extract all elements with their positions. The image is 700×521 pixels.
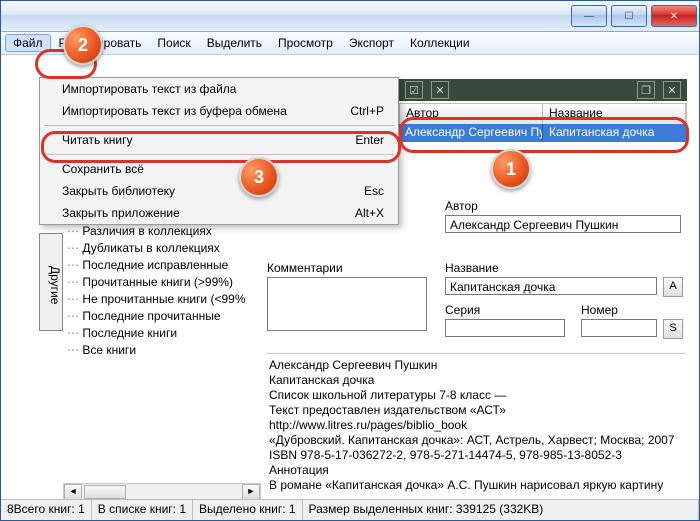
menu-read-book[interactable]: Читать книгуEnter [40,129,398,151]
cell-title: Капитанская дочка [543,124,687,142]
menubar: Файл Редактировать Поиск Выделить Просмо… [1,32,699,55]
field-author[interactable]: Александр Сергеевич Пушкин [445,215,681,233]
check-icon[interactable]: ☑ [405,81,423,99]
menu-collections[interactable]: Коллекции [402,34,478,52]
menu-save-all[interactable]: Сохранить всё [40,158,398,180]
desc-line: ISBN 978-5-17-036272-2, 978-5-271-14474-… [269,448,683,463]
menu-close-app[interactable]: Закрыть приложениеAlt+X [40,202,398,224]
file-dropdown: Импортировать текст из файла Импортирова… [39,77,399,225]
field-comments[interactable] [267,277,427,331]
tree-item[interactable]: Не прочитанные книги (<99% [67,291,255,308]
label-number: Номер [581,303,618,317]
status-selected: Выделено книг: 1 [193,500,303,520]
clear-icon[interactable]: ✕ [431,81,449,99]
label-comments: Комментарии [267,261,343,275]
menu-select[interactable]: Выделить [199,34,270,52]
field-series[interactable] [445,319,565,337]
tree-panel: Различия в коллекциях Дубликаты в коллек… [67,223,255,359]
desc-line: Список школьной литературы 7-8 класс — [269,388,683,403]
restore-icon[interactable]: ❐ [637,81,655,99]
dark-toolbar: ☑ ✕ ❐ ✕ [399,79,687,101]
badge-1: 1 [491,149,531,189]
status-list: В списке книг: 1 [92,500,193,520]
titlebar: — ☐ ✕ [1,1,699,32]
desc-line: В романе «Капитанская дочка» А.С. Пушкин… [269,478,683,492]
desc-line: Александр Сергеевич Пушкин [269,358,683,373]
panel-close-icon[interactable]: ✕ [663,81,681,99]
tree-item[interactable]: Последние книги [67,325,255,342]
minimize-button[interactable]: — [571,5,607,27]
table-header: Автор Название [399,103,687,125]
field-title[interactable]: Капитанская дочка [445,277,657,295]
scroll-right-icon[interactable]: ► [242,484,260,500]
button-s[interactable]: S [663,319,683,339]
tree-item[interactable]: Прочитанные книги (>99%) [67,274,255,291]
menu-close-library[interactable]: Закрыть библиотекуEsc [40,180,398,202]
desc-line: «Дубровский. Капитанская дочка»: АСТ, Ас… [269,433,683,448]
app-window: — ☐ ✕ Файл Редактировать Поиск Выделить … [0,0,700,521]
menu-search[interactable]: Поиск [149,34,198,52]
table-row[interactable]: Александр Сергеевич Пу… Капитанская дочк… [399,124,687,142]
label-series: Серия [445,303,480,317]
menu-separator [44,154,394,155]
description-panel: Александр Сергеевич Пушкин Капитанская д… [267,353,685,492]
tree-item[interactable]: Последние прочитанные [67,308,255,325]
scroll-left-icon[interactable]: ◄ [64,484,82,500]
close-button[interactable]: ✕ [651,5,697,27]
menu-view[interactable]: Просмотр [270,34,341,52]
menu-import-clipboard[interactable]: Импортировать текст из буфера обменаCtrl… [40,100,398,122]
button-a[interactable]: A [663,277,683,297]
col-author[interactable]: Автор [400,104,543,124]
menu-import-file[interactable]: Импортировать текст из файла [40,78,398,100]
tree-item[interactable]: Последние исправленные [67,257,255,274]
menu-export[interactable]: Экспорт [341,34,402,52]
desc-line: Аннотация [269,463,683,478]
field-number[interactable] [581,319,657,337]
maximize-button[interactable]: ☐ [611,5,647,27]
status-size: Размер выделенных книг: 339125 (332KB) [303,500,699,520]
label-title: Название [445,261,499,275]
cell-author: Александр Сергеевич Пу… [399,124,543,142]
scroll-thumb[interactable] [84,485,126,499]
tree-item[interactable]: Все книги [67,342,255,359]
desc-line: Капитанская дочка [269,373,683,388]
label-author: Автор [445,199,478,213]
tree-item[interactable]: Дубликаты в коллекциях [67,240,255,257]
statusbar: 8Всего книг: 1 В списке книг: 1 Выделено… [1,499,699,520]
desc-line: Текст предоставлен издательством «АСТ» h… [269,403,683,433]
status-total: 8Всего книг: 1 [1,500,92,520]
side-tab-other[interactable]: Другие [39,233,63,331]
badge-2: 2 [63,25,103,65]
badge-3: 3 [239,157,279,197]
menu-separator [44,125,394,126]
menu-file[interactable]: Файл [5,34,51,52]
col-title[interactable]: Название [543,104,686,124]
tree-item[interactable]: Различия в коллекциях [67,223,255,240]
